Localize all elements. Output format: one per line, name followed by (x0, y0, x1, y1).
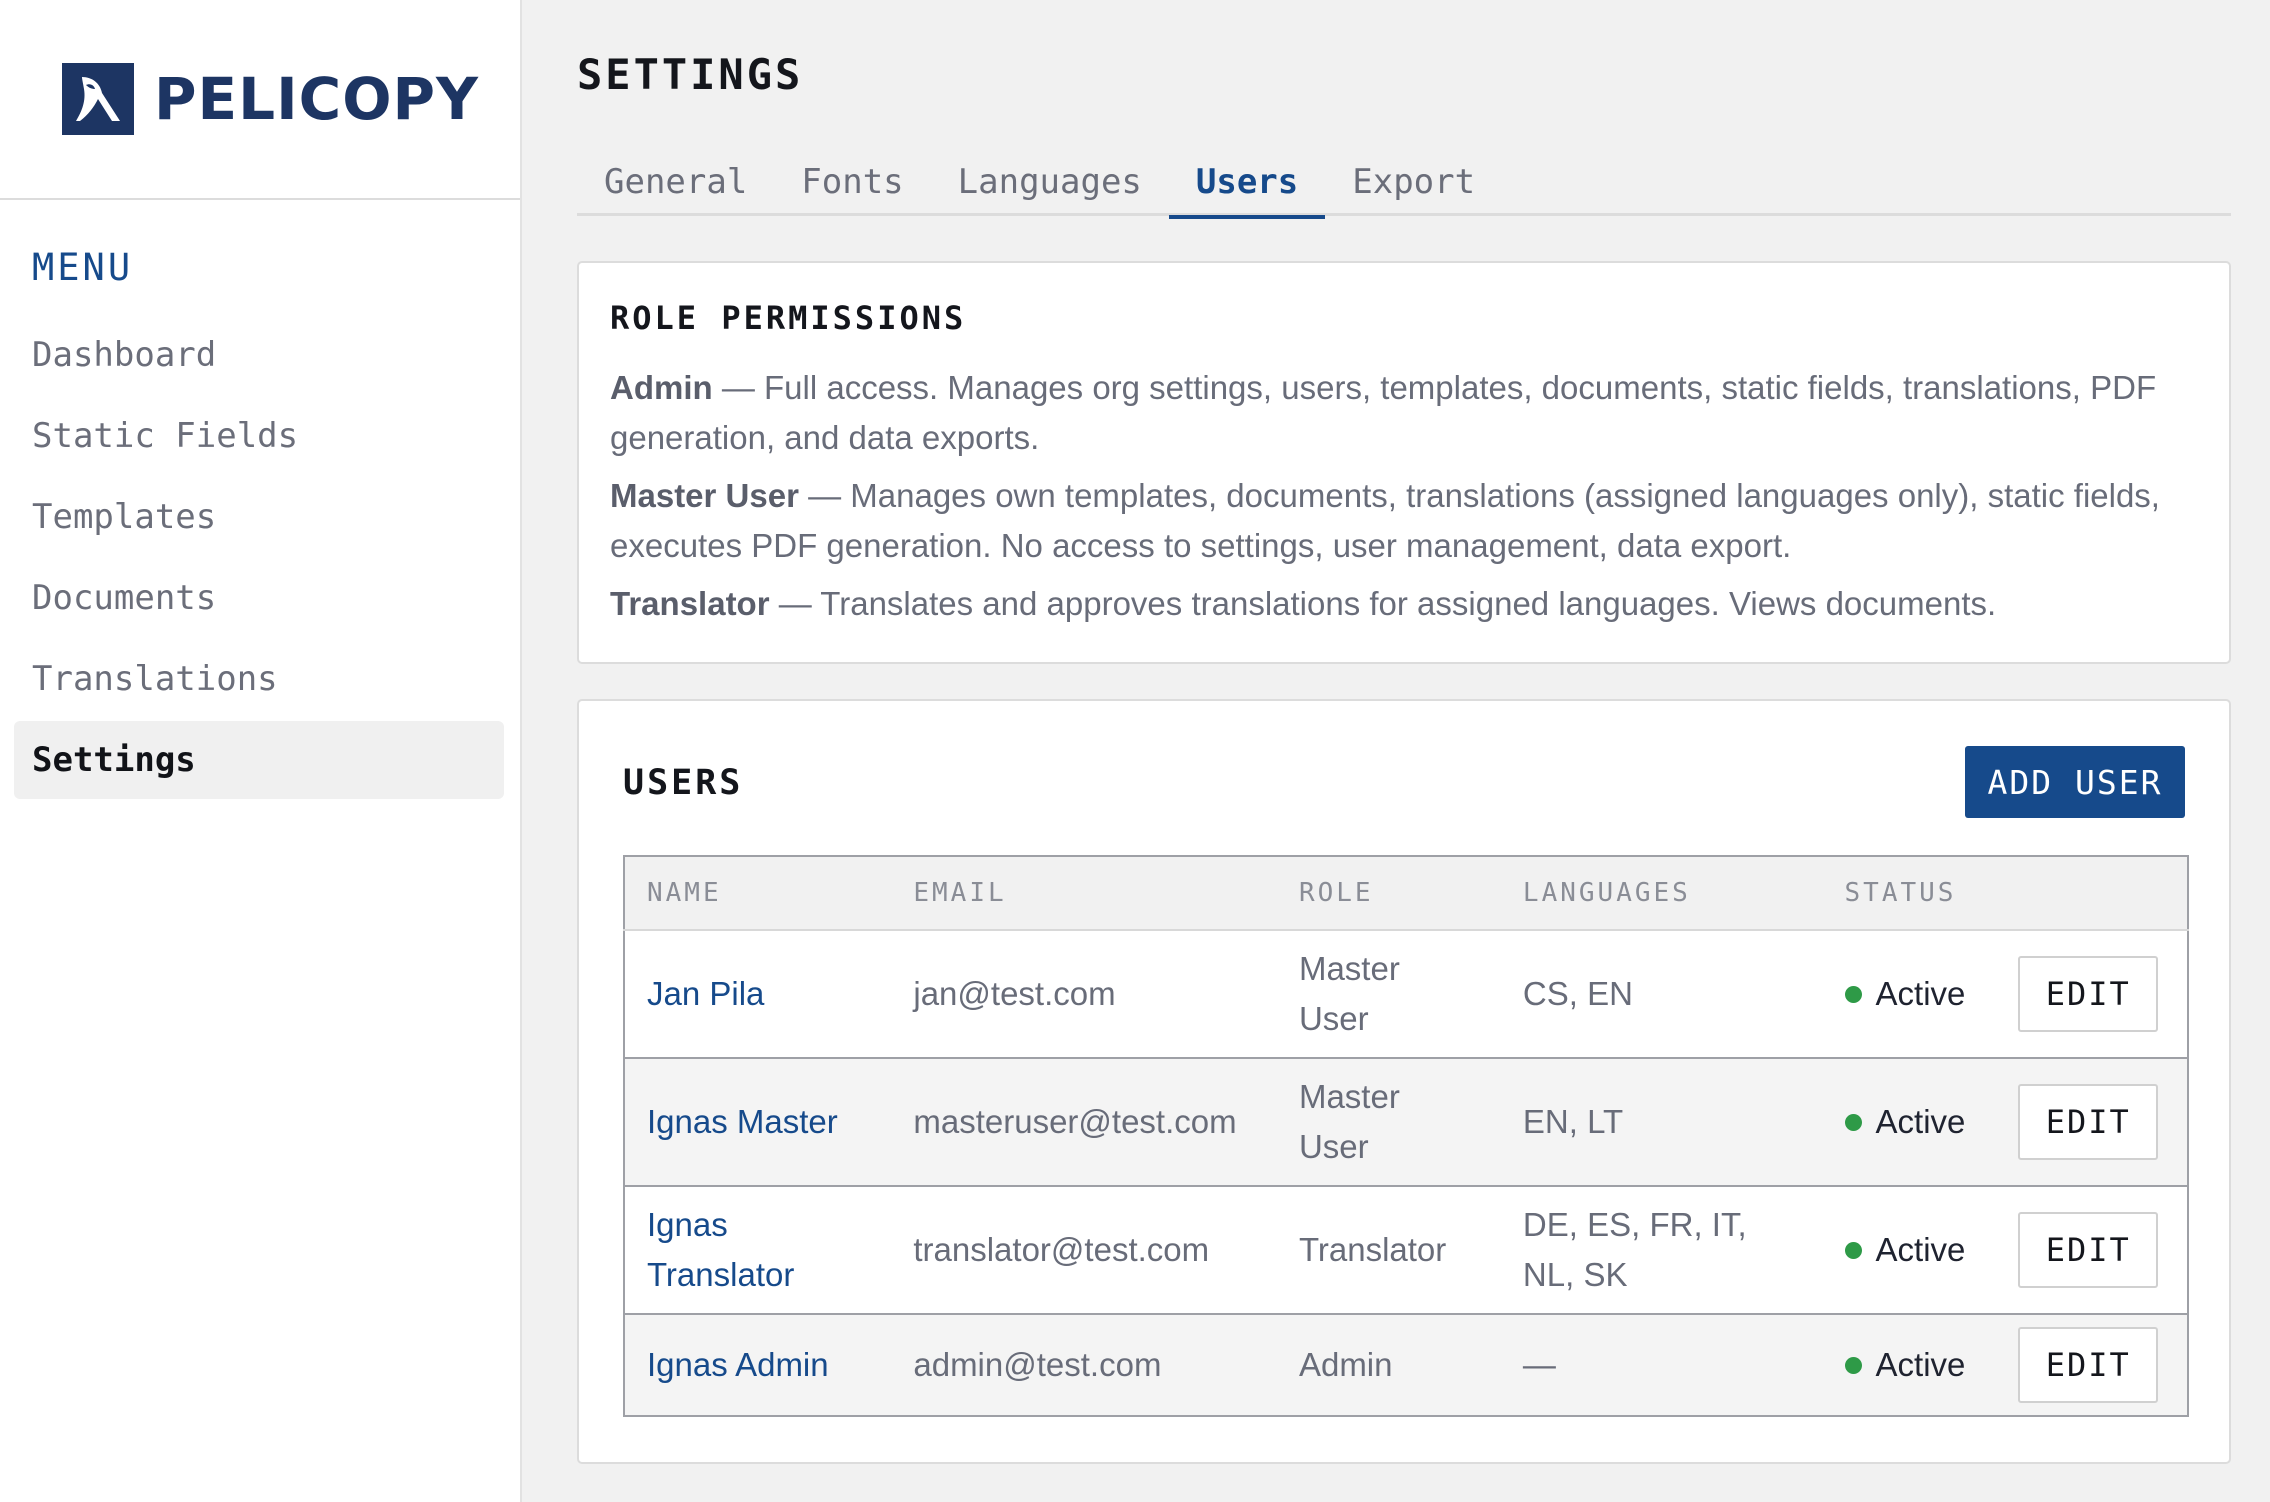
user-email: translator@test.com (913, 1231, 1210, 1268)
users-title: USERS (623, 763, 744, 803)
user-languages: CS, EN (1522, 975, 1633, 1012)
user-email: masteruser@test.com (913, 1103, 1237, 1140)
user-role: Translator (1298, 1231, 1447, 1268)
edit-user-button[interactable]: EDIT (2018, 956, 2159, 1032)
role-permissions-card: ROLE PERMISSIONS Admin — Full access. Ma… (577, 261, 2231, 664)
permission-admin: Admin — Full access. Manages org setting… (610, 363, 2198, 463)
sidebar: PELICOPY MENU Dashboard Static Fields Te… (0, 0, 522, 1502)
add-user-button[interactable]: ADD USER (1965, 746, 2185, 818)
role-name: Master User (610, 477, 799, 514)
status-badge: Active (1844, 1340, 1997, 1390)
tab-users[interactable]: Users (1168, 148, 1326, 219)
brand-name: PELICOPY (154, 65, 480, 133)
user-languages: — (1522, 1346, 1556, 1383)
user-role: Master User (1298, 1078, 1400, 1165)
sidebar-item-documents[interactable]: Documents (14, 559, 504, 637)
column-header-actions (1996, 856, 2188, 931)
role-permissions-title: ROLE PERMISSIONS (610, 299, 967, 337)
column-header-role: ROLE (1276, 856, 1501, 931)
user-role: Admin (1298, 1346, 1393, 1383)
sidebar-item-static-fields[interactable]: Static Fields (14, 397, 504, 475)
user-name-link[interactable]: Ignas Master (624, 1058, 891, 1186)
tab-languages[interactable]: Languages (931, 148, 1169, 216)
column-header-languages: LANGUAGES (1500, 856, 1823, 931)
table-row: Ignas Translator translator@test.com Tra… (624, 1186, 2188, 1314)
tab-fonts[interactable]: Fonts (774, 148, 930, 216)
sidebar-item-dashboard[interactable]: Dashboard (14, 316, 504, 394)
table-row: Ignas Master masteruser@test.com Master … (624, 1058, 2188, 1186)
status-badge: Active (1844, 1097, 1997, 1147)
sidebar-item-settings[interactable]: Settings (14, 721, 504, 799)
role-description: — Full access. Manages org settings, use… (610, 369, 2157, 456)
pelican-logo-icon (62, 63, 134, 135)
settings-tabs: General Fonts Languages Users Export (577, 148, 2231, 219)
users-card: USERS ADD USER NAME EMAIL ROLE LANGUAGES… (577, 699, 2231, 1464)
edit-user-button[interactable]: EDIT (2018, 1327, 2159, 1403)
sidebar-item-translations[interactable]: Translations (14, 640, 504, 718)
permission-translator: Translator — Translates and approves tra… (610, 579, 2198, 629)
role-description: — Manages own templates, documents, tran… (610, 477, 2160, 564)
edit-user-button[interactable]: EDIT (2018, 1212, 2159, 1288)
tab-general[interactable]: General (577, 148, 774, 216)
status-dot-icon (1844, 1356, 1862, 1374)
users-table: NAME EMAIL ROLE LANGUAGES STATUS Jan Pil… (623, 855, 2189, 1417)
user-role: Master User (1298, 950, 1400, 1037)
logo[interactable]: PELICOPY (0, 0, 520, 200)
user-email: admin@test.com (913, 1346, 1162, 1383)
status-badge: Active (1844, 969, 1997, 1019)
role-description: — Translates and approves translations f… (769, 585, 1997, 622)
sidebar-menu: Dashboard Static Fields Templates Docume… (14, 316, 504, 802)
user-email: jan@test.com (913, 975, 1116, 1012)
column-header-name: NAME (624, 856, 892, 931)
user-name-link[interactable]: Ignas Admin (624, 1314, 891, 1416)
status-dot-icon (1844, 1113, 1862, 1131)
column-header-email: EMAIL (891, 856, 1277, 931)
column-header-status: STATUS (1822, 856, 1997, 931)
role-name: Admin (610, 369, 713, 406)
user-languages: EN, LT (1522, 1103, 1624, 1140)
user-languages: DE, ES, FR, IT, NL, SK (1522, 1206, 1747, 1293)
status-dot-icon (1844, 1241, 1862, 1259)
status-dot-icon (1844, 985, 1862, 1003)
role-name: Translator (610, 585, 770, 622)
table-row: Ignas Admin admin@test.com Admin — Activ… (624, 1314, 2188, 1416)
menu-heading: MENU (32, 246, 134, 289)
page-title: SETTINGS (577, 50, 804, 99)
status-badge: Active (1844, 1225, 1997, 1275)
table-header-row: NAME EMAIL ROLE LANGUAGES STATUS (624, 856, 2188, 931)
table-row: Jan Pila jan@test.com Master User CS, EN… (624, 930, 2188, 1058)
user-name-link[interactable]: Ignas Translator (624, 1186, 891, 1314)
edit-user-button[interactable]: EDIT (2018, 1084, 2159, 1160)
sidebar-item-templates[interactable]: Templates (14, 478, 504, 556)
tab-export[interactable]: Export (1325, 148, 1502, 216)
permission-master-user: Master User — Manages own templates, doc… (610, 471, 2198, 571)
user-name-link[interactable]: Jan Pila (624, 930, 891, 1058)
